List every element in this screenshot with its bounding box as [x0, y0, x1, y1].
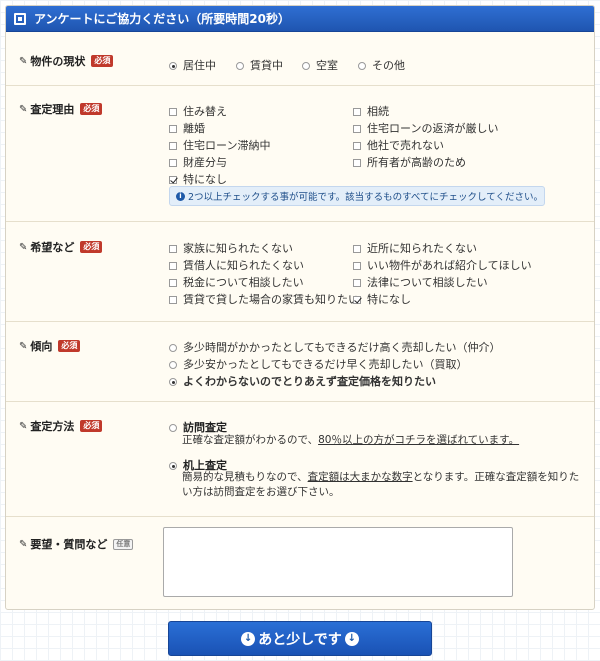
submit-button[interactable]: ↓ あと少しです ↓ [168, 621, 432, 656]
check-reason-loan-hard[interactable]: 住宅ローンの返済が厳しい [353, 120, 498, 136]
check-reason-divorce[interactable]: 離婚 [169, 120, 205, 136]
required-badge: 必須 [58, 340, 81, 352]
arrow-down-icon: ↓ [344, 631, 359, 646]
required-badge: 必須 [80, 420, 103, 432]
arrow-down-icon: ↓ [241, 631, 256, 646]
required-badge: 必須 [80, 103, 103, 115]
radio-status-living[interactable]: 居住中 [169, 57, 216, 73]
radio-icon[interactable] [358, 62, 366, 70]
optional-badge: 任意 [113, 538, 134, 550]
tendency-label: 傾向 [30, 340, 53, 353]
method-label: 査定方法 [30, 420, 75, 433]
radio-icon[interactable] [169, 424, 177, 432]
check-reason-loan-delinquent[interactable]: 住宅ローン滞納中 [169, 137, 270, 153]
pencil-icon: ✎ [19, 241, 28, 253]
required-badge: 必須 [80, 241, 103, 253]
checkbox-icon[interactable] [353, 125, 361, 133]
requests-textarea[interactable] [163, 527, 513, 597]
radio-icon[interactable] [169, 361, 177, 369]
checkbox-icon[interactable] [169, 108, 177, 116]
info-icon: i [176, 191, 185, 201]
check-wish-rent[interactable]: 賃貸で貸した場合の家賃も知りたい [169, 291, 359, 307]
checkbox-icon[interactable] [169, 176, 177, 184]
check-reason-division[interactable]: 財産分与 [169, 154, 227, 170]
method-visit-desc: 正確な査定額がわかるので、80％以上の方がコチラを選ばれています。 [182, 434, 520, 446]
checkbox-icon[interactable] [169, 142, 177, 150]
check-reason-elderly[interactable]: 所有者が高齢のため [353, 154, 466, 170]
requests-label: 要望・質問など [30, 538, 108, 551]
section-property-status: ✎ 物件の現状 必須 居住中 賃貸中 空室 その他 [6, 33, 594, 85]
panel-header: アンケートにご協力ください（所要時間20秒） [6, 6, 594, 32]
check-wish-none[interactable]: 特になし [353, 291, 411, 307]
check-wish-law[interactable]: 法律について相談したい [353, 274, 488, 290]
radio-status-other[interactable]: その他 [358, 57, 405, 73]
radio-status-rented[interactable]: 賃貸中 [236, 57, 283, 73]
checkbox-icon[interactable] [169, 296, 177, 304]
checkbox-icon[interactable] [169, 125, 177, 133]
checkbox-icon[interactable] [169, 159, 177, 167]
pencil-icon: ✎ [19, 340, 28, 352]
check-reason-not-sold[interactable]: 他社で売れない [353, 137, 444, 153]
checkbox-icon[interactable] [353, 108, 361, 116]
check-wish-introduce[interactable]: いい物件があれば紹介してほしい [353, 257, 532, 273]
wishes-label: 希望など [30, 241, 75, 254]
check-reason-relocate[interactable]: 住み替え [169, 103, 227, 119]
radio-icon[interactable] [169, 62, 177, 70]
required-badge: 必須 [91, 55, 114, 67]
pencil-icon: ✎ [19, 55, 28, 67]
radio-tendency-high[interactable]: 多少時間がかかったとしてもできるだけ高く売却したい（仲介） [169, 339, 500, 355]
check-wish-family[interactable]: 家族に知られたくない [169, 240, 293, 256]
checkbox-icon[interactable] [353, 262, 361, 270]
reason-label: 査定理由 [30, 103, 75, 116]
checkbox-icon[interactable] [353, 296, 361, 304]
radio-icon[interactable] [169, 344, 177, 352]
check-reason-inherit[interactable]: 相続 [353, 103, 389, 119]
checkbox-icon[interactable] [169, 262, 177, 270]
checkbox-icon[interactable] [353, 245, 361, 253]
checkbox-icon[interactable] [169, 279, 177, 287]
radio-icon[interactable] [169, 378, 177, 386]
pencil-icon: ✎ [19, 420, 28, 432]
radio-tendency-fast[interactable]: 多少安かったとしてもできるだけ早く売却したい（買取） [169, 356, 467, 372]
checkbox-icon[interactable] [169, 245, 177, 253]
multi-select-info: i 2つ以上チェックする事が可能です。該当するものすべてにチェックしてください。 [169, 186, 545, 206]
checkbox-icon[interactable] [353, 279, 361, 287]
radio-tendency-unsure[interactable]: よくわからないのでとりあえず査定価格を知りたい [169, 373, 436, 389]
radio-icon[interactable] [302, 62, 310, 70]
pencil-icon: ✎ [19, 538, 28, 550]
survey-panel: アンケートにご協力ください（所要時間20秒） ✎ 物件の現状 必須 居住中 賃貸… [5, 5, 595, 610]
check-wish-tenant[interactable]: 賃借人に知られたくない [169, 257, 304, 273]
radio-icon[interactable] [169, 462, 177, 470]
panel-title: アンケートにご協力ください（所要時間20秒） [34, 12, 290, 26]
method-desk-desc: 簡易的な見積もりなので、査定額は大まかな数字となります。正確な査定額を知りたい方… [182, 471, 580, 498]
property-status-label: 物件の現状 [30, 55, 86, 68]
radio-icon[interactable] [236, 62, 244, 70]
checkbox-icon[interactable] [353, 159, 361, 167]
check-reason-none[interactable]: 特になし [169, 171, 227, 187]
radio-status-vacant[interactable]: 空室 [302, 57, 338, 73]
window-icon [14, 12, 26, 25]
check-wish-tax[interactable]: 税金について相談したい [169, 274, 304, 290]
checkbox-icon[interactable] [353, 142, 361, 150]
pencil-icon: ✎ [19, 103, 28, 115]
check-wish-neighbors[interactable]: 近所に知られたくない [353, 240, 477, 256]
